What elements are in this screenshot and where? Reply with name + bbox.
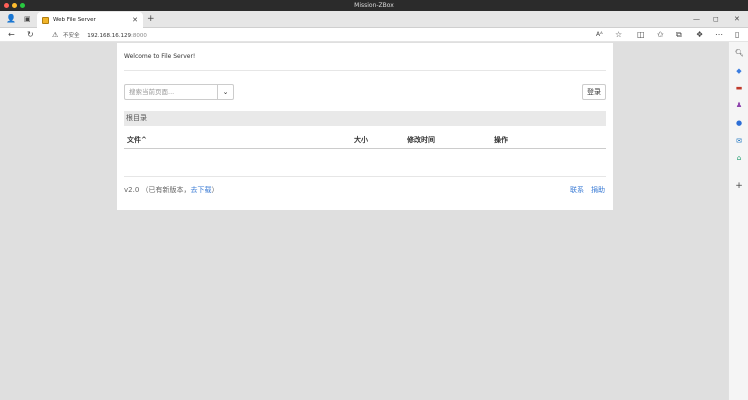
tab-actions-icon[interactable]: ▣ xyxy=(24,12,31,26)
divider xyxy=(124,70,606,71)
drop-icon[interactable]: ⌂ xyxy=(735,154,743,162)
window-title: Mission-ZBox xyxy=(354,2,394,9)
tools-icon[interactable]: ▬ xyxy=(735,84,743,92)
games-icon[interactable]: ♟ xyxy=(735,101,743,109)
version-note-open: （已有新版本， xyxy=(141,186,191,194)
restore-icon[interactable]: ◻ xyxy=(713,12,719,26)
table-header-divider xyxy=(124,148,606,149)
chevron-down-icon: ⌄ xyxy=(222,88,229,96)
login-button[interactable]: 登录 xyxy=(582,84,606,100)
address-bar-row: ← ↻ ⚠ 不安全 192.168.16.129:8000 Aᴬ ☆ ◫ ✩ ⧉… xyxy=(0,28,748,42)
read-aloud-icon[interactable]: Aᴬ xyxy=(596,28,603,42)
column-file[interactable]: 文件^ xyxy=(127,135,147,145)
column-modified[interactable]: 修改时间 xyxy=(407,135,435,145)
office-icon[interactable]: ● xyxy=(735,119,743,127)
file-server-panel: Welcome to File Server! 搜索当前页面... ⌄ 登录 根… xyxy=(117,43,613,210)
shopping-icon[interactable]: ◆ xyxy=(735,67,743,75)
favorites-icon[interactable]: ✩ xyxy=(657,28,664,42)
split-screen-icon[interactable]: ◫ xyxy=(637,28,645,42)
zoom-window-button[interactable] xyxy=(20,3,25,8)
outlook-icon[interactable]: ✉ xyxy=(735,137,743,145)
search-input[interactable]: 搜索当前页面... xyxy=(124,84,218,100)
close-icon[interactable]: ✕ xyxy=(734,12,740,26)
window-controls xyxy=(4,3,25,8)
insecure-label: 不安全 xyxy=(63,33,80,39)
footer-divider xyxy=(124,176,606,177)
tab-title: Web File Server xyxy=(53,17,96,23)
breadcrumb[interactable]: 根目录 xyxy=(124,111,606,126)
contact-link[interactable]: 联系 xyxy=(570,185,584,195)
back-icon[interactable]: ← xyxy=(8,28,15,42)
donate-link[interactable]: 捐助 xyxy=(591,185,605,195)
search-icon[interactable]: 🔍︎ xyxy=(735,49,744,57)
minimize-window-button[interactable] xyxy=(12,3,17,8)
column-actions: 操作 xyxy=(494,136,508,144)
add-sidebar-icon[interactable]: + xyxy=(735,182,743,191)
close-tab-icon[interactable]: ✕ xyxy=(132,16,138,24)
profile-icon[interactable]: 👤 xyxy=(6,12,16,26)
address-bar[interactable]: ⚠ 不安全 192.168.16.129:8000 xyxy=(52,28,147,43)
collections-icon[interactable]: ⧉ xyxy=(676,28,682,42)
sidebar-toggle-icon[interactable]: ▯ xyxy=(735,28,739,42)
new-tab-icon[interactable]: + xyxy=(147,12,155,26)
more-menu-icon[interactable]: ⋯ xyxy=(715,28,723,42)
edge-sidebar: 🔍︎ ◆ ▬ ♟ ● ✉ ⌂ + xyxy=(728,42,748,400)
favorite-star-icon[interactable]: ☆ xyxy=(615,28,622,42)
welcome-text: Welcome to File Server! xyxy=(124,53,196,60)
close-window-button[interactable] xyxy=(4,3,9,8)
tab-bar: 👤 ▣ Web File Server ✕ + — ◻ ✕ xyxy=(0,11,748,28)
window-titlebar: Mission-ZBox xyxy=(0,0,748,11)
refresh-icon[interactable]: ↻ xyxy=(27,28,34,42)
url-host: 192.168.16.129 xyxy=(87,33,132,39)
extensions-icon[interactable]: ❖ xyxy=(696,28,703,42)
url-port: :8000 xyxy=(131,33,147,39)
column-size[interactable]: 大小 xyxy=(354,135,368,145)
download-link[interactable]: 去下载 xyxy=(191,186,212,194)
version-note-close: ） xyxy=(211,186,219,194)
site-favicon-icon xyxy=(42,16,49,24)
search-dropdown-button[interactable]: ⌄ xyxy=(217,84,234,100)
footer-version: v2.0 （已有新版本，去下载） xyxy=(124,185,219,195)
tab-web-file-server[interactable]: Web File Server ✕ xyxy=(37,12,143,28)
warning-icon: ⚠ xyxy=(52,31,59,39)
version-label: v2.0 xyxy=(124,186,140,194)
minimize-icon[interactable]: — xyxy=(693,12,700,26)
